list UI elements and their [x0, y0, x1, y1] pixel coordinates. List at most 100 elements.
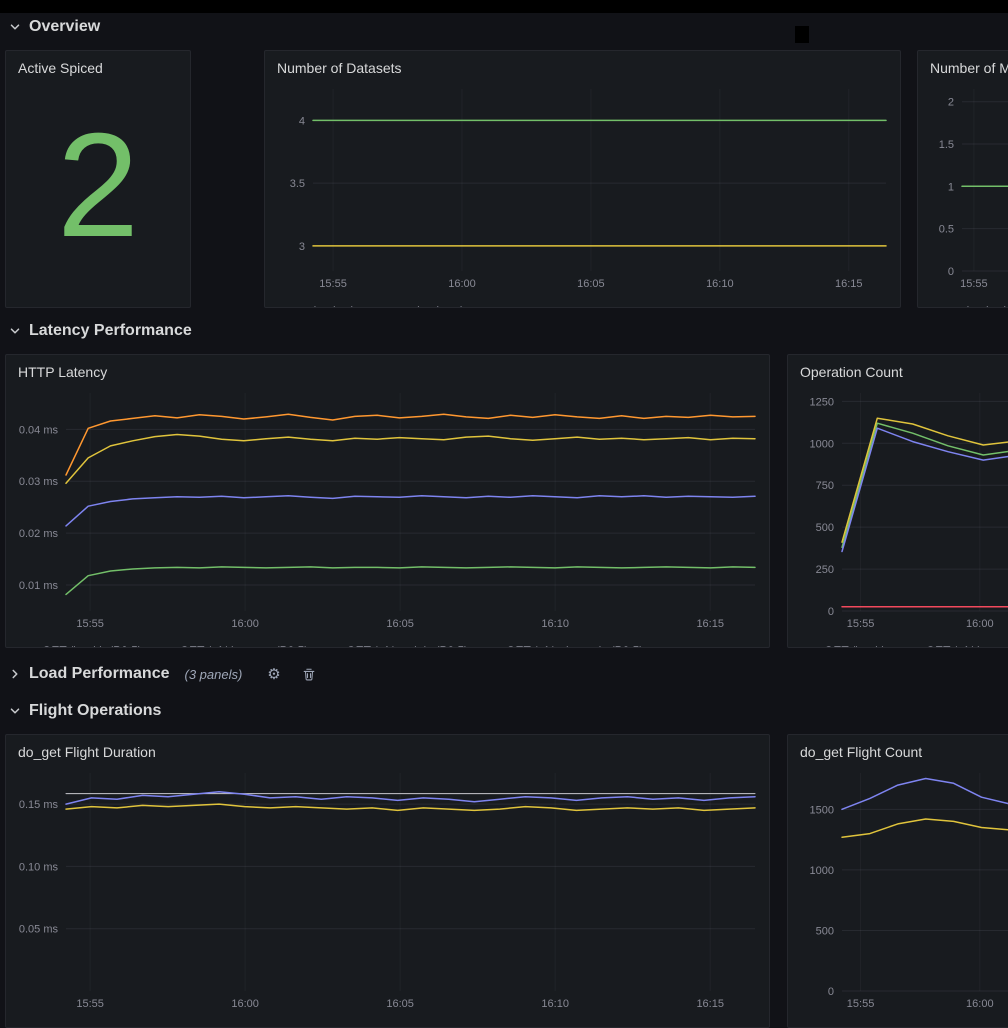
panel-title-operation-count[interactable]: Operation Count: [788, 355, 1008, 383]
legend-label: GET /v1/models (P0.5): [346, 644, 468, 648]
svg-text:16:10: 16:10: [706, 278, 734, 290]
svg-text:1: 1: [948, 181, 954, 193]
svg-text:16:15: 16:15: [835, 278, 863, 290]
chart-svg: 02505007501000125015:5516:0016:0516:1016…: [796, 383, 1008, 635]
panel-title-number-of-datasets[interactable]: Number of Datasets: [265, 51, 900, 79]
svg-text:15:55: 15:55: [76, 618, 104, 630]
do-get-flight-count-chart[interactable]: 05001000150015:5516:0016:0516:1016:15: [796, 763, 1008, 1020]
chevron-down-icon: [8, 324, 22, 338]
svg-text:1.5: 1.5: [939, 139, 954, 151]
section-label-load-performance: Load Performance: [29, 665, 169, 683]
svg-text:0: 0: [828, 986, 834, 998]
legend-item[interactable]: spiced-main: [382, 304, 469, 308]
legend-item[interactable]: GET /v1/spicepods (P0.5): [484, 644, 643, 648]
panel-title-do-get-flight-duration[interactable]: do_get Flight Duration: [6, 735, 769, 763]
legend-label: spiced-edge: [301, 304, 366, 308]
svg-text:1000: 1000: [810, 865, 834, 877]
svg-text:2: 2: [948, 97, 954, 109]
svg-text:0.04 ms: 0.04 ms: [19, 424, 59, 436]
svg-text:0.05 ms: 0.05 ms: [19, 924, 59, 936]
section-header-load-performance[interactable]: Load Performance (3 panels) ⚙: [8, 661, 316, 687]
svg-text:750: 750: [816, 480, 834, 492]
number-of-datasets-chart[interactable]: 33.5415:5516:0016:0516:1016:15: [273, 79, 892, 300]
grafana-dashboard: { "colors": { "bg": "#111217", "panel_bg…: [0, 0, 1008, 849]
svg-text:16:00: 16:00: [966, 998, 994, 1010]
panel-number-of-datasets: Number of Datasets 33.5415:5516:0016:051…: [264, 50, 901, 308]
legend-item[interactable]: GET /v1/models (P0.5): [324, 644, 468, 648]
chart-svg: 0.05 ms0.10 ms0.15 ms15:5516:0016:0516:1…: [14, 763, 761, 1015]
legend-label: GET /v1/datasets (P0.5): [180, 644, 309, 648]
svg-text:1500: 1500: [810, 804, 834, 816]
legend-item[interactable]: GET /health (P0.5): [20, 644, 142, 648]
svg-text:4: 4: [299, 115, 305, 127]
svg-text:500: 500: [816, 522, 834, 534]
svg-text:15:55: 15:55: [76, 998, 104, 1010]
svg-text:0.02 ms: 0.02 ms: [19, 528, 59, 540]
chevron-right-icon: [8, 667, 22, 681]
panel-number-of-models: Number of Models 00.511.5215:5516:0016:0…: [917, 50, 1008, 308]
svg-text:16:05: 16:05: [577, 278, 605, 290]
panel-operation-count: Operation Count 02505007501000125015:551…: [787, 354, 1008, 648]
svg-text:16:00: 16:00: [448, 278, 476, 290]
svg-text:15:55: 15:55: [319, 278, 347, 290]
svg-text:1250: 1250: [810, 396, 834, 408]
chart-svg: 05001000150015:5516:0016:0516:1016:15: [796, 763, 1008, 1015]
svg-text:16:10: 16:10: [541, 998, 569, 1010]
svg-text:16:15: 16:15: [696, 618, 724, 630]
panel-count-label: (3 panels): [184, 667, 242, 682]
legend-label: spiced-edge: [954, 304, 1008, 308]
stat-value-active-spiced: 2: [6, 79, 190, 307]
svg-text:3: 3: [299, 241, 305, 253]
legend-item[interactable]: spiced-edge: [932, 304, 1008, 308]
svg-text:0.03 ms: 0.03 ms: [19, 476, 59, 488]
number-of-models-chart[interactable]: 00.511.5215:5516:0016:0516:1016:15: [926, 79, 1008, 300]
gear-icon[interactable]: ⚙: [267, 667, 280, 682]
section-label-overview: Overview: [29, 18, 100, 36]
svg-text:16:05: 16:05: [386, 618, 414, 630]
chart-svg: 00.511.5215:5516:0016:0516:1016:15: [926, 79, 1008, 295]
legend-item[interactable]: spiced-edge: [279, 304, 366, 308]
number-of-datasets-legend: spiced-edge spiced-main: [265, 300, 900, 308]
http-latency-legend: GET /health (P0.5) GET /v1/datasets (P0.5…: [6, 640, 769, 648]
top-right-black-patch: [795, 26, 809, 43]
legend-item[interactable]: GET /v1/datasets: [904, 644, 1008, 648]
panel-title-number-of-models[interactable]: Number of Models: [918, 51, 1008, 79]
svg-text:0: 0: [948, 266, 954, 278]
svg-text:0.10 ms: 0.10 ms: [19, 861, 59, 873]
legend-label: spiced-main: [404, 304, 469, 308]
svg-text:250: 250: [816, 564, 834, 576]
panel-do-get-flight-count: do_get Flight Count 0 500 1000 1500 15:55 16:…: [787, 734, 1008, 1028]
section-header-flight-operations[interactable]: Flight Operations: [8, 698, 161, 724]
do-get-flight-duration-legend: [6, 1020, 769, 1028]
chevron-down-icon: [8, 704, 22, 718]
svg-text:0.01 ms: 0.01 ms: [19, 580, 59, 592]
svg-text:500: 500: [816, 925, 834, 937]
panel-title-active-spiced[interactable]: Active Spiced: [6, 51, 190, 79]
do-get-flight-duration-chart[interactable]: 0.05 ms0.10 ms0.15 ms15:5516:0016:0516:1…: [14, 763, 761, 1020]
panel-active-spiced: Active Spiced 2: [5, 50, 191, 308]
top-bar: [0, 0, 1008, 13]
http-latency-chart[interactable]: 0.01 ms 0.02 ms 0.03 ms 0.04 ms 15:55 16:00 16…: [14, 383, 761, 640]
chart-svg: 33.5415:5516:0016:0516:1016:15: [273, 79, 892, 295]
section-header-latency-performance[interactable]: Latency Performance: [8, 318, 192, 344]
legend-label: GET /v1/spicepods (P0.5): [506, 644, 643, 648]
section-label-latency-performance: Latency Performance: [29, 322, 192, 340]
svg-text:16:05: 16:05: [386, 998, 414, 1010]
operation-count-chart[interactable]: 02505007501000125015:5516:0016:0516:1016…: [796, 383, 1008, 640]
svg-text:16:00: 16:00: [231, 618, 259, 630]
panel-title-do-get-flight-count[interactable]: do_get Flight Count: [788, 735, 1008, 763]
svg-text:0.15 ms: 0.15 ms: [19, 799, 59, 811]
svg-text:15:55: 15:55: [847, 998, 875, 1010]
number-of-models-legend: spiced-edge: [918, 300, 1008, 308]
legend-label: GET /health: [824, 644, 888, 648]
section-header-overview[interactable]: Overview: [8, 14, 100, 40]
legend-item[interactable]: GET /health: [802, 644, 888, 648]
panel-do-get-flight-duration: do_get Flight Duration 0.05 ms 0.10 ms 0.1…: [5, 734, 770, 1028]
svg-text:15:55: 15:55: [960, 278, 988, 290]
panel-title-http-latency[interactable]: HTTP Latency: [6, 355, 769, 383]
svg-text:16:10: 16:10: [541, 618, 569, 630]
legend-item[interactable]: GET /v1/datasets (P0.5): [158, 644, 309, 648]
legend-label: GET /health (P0.5): [42, 644, 142, 648]
panel-http-latency: HTTP Latency 0.01 ms 0.02 ms 0.03 ms 0.04 m…: [5, 354, 770, 648]
trash-icon[interactable]: [302, 667, 316, 682]
